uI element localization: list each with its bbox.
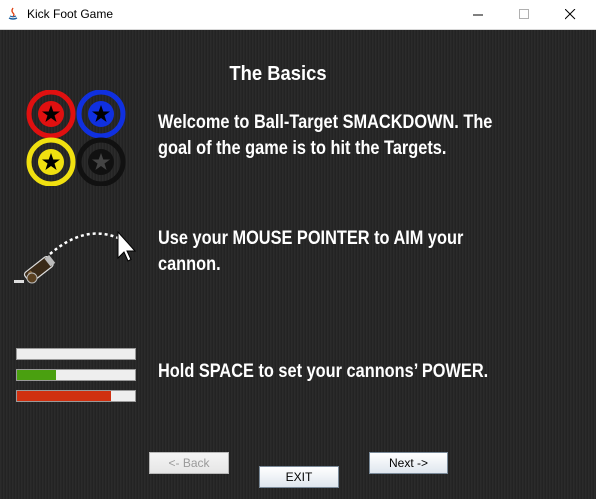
aim-line-2: cannon. (158, 254, 221, 275)
tutorial-panel: The Basics Welcome to Ball-Target SMACKD… (0, 30, 596, 499)
aim-line-1: Use your MOUSE POINTER to AIM your (158, 228, 464, 249)
power-bar-low (16, 369, 136, 381)
java-app-icon (6, 7, 20, 21)
target-blue-icon (76, 90, 126, 139)
power-line-1: Hold SPACE to set your cannons’ POWER. (158, 361, 489, 382)
intro-line-1: Welcome to Ball-Target SMACKDOWN. The (158, 112, 493, 133)
close-icon (565, 9, 576, 20)
power-paragraph: Hold SPACE to set your cannons’ POWER. (158, 359, 519, 385)
aim-paragraph: Use your MOUSE POINTER to AIM your canno… (158, 226, 519, 278)
mouse-pointer-icon (117, 230, 137, 262)
power-bar-fill (17, 370, 56, 380)
minimize-button[interactable] (456, 0, 502, 29)
window-title: Kick Foot Game (27, 7, 114, 21)
targets-icon (26, 90, 126, 186)
next-button[interactable]: Next -> (369, 452, 448, 474)
power-bar-empty (16, 348, 136, 360)
target-red-icon (26, 90, 76, 139)
app-window: Kick Foot Game The Basics Welcome to Bal… (0, 0, 596, 499)
target-yellow-icon (26, 137, 76, 186)
intro-paragraph: Welcome to Ball-Target SMACKDOWN. The go… (158, 110, 519, 162)
cannon-aim-icon (14, 230, 137, 284)
power-bar-high (16, 390, 136, 402)
maximize-button[interactable] (502, 0, 548, 29)
intro-line-2: goal of the game is to hit the Targets. (158, 138, 447, 159)
exit-button[interactable]: EXIT (259, 466, 339, 488)
minimize-icon (473, 14, 483, 16)
title-bar: Kick Foot Game (0, 0, 596, 30)
maximize-icon (519, 9, 529, 19)
page-title: The Basics (229, 63, 327, 85)
power-bar-fill (17, 391, 112, 401)
target-black-icon (76, 137, 126, 186)
back-button[interactable]: <- Back (149, 452, 229, 474)
close-button[interactable] (548, 0, 594, 29)
